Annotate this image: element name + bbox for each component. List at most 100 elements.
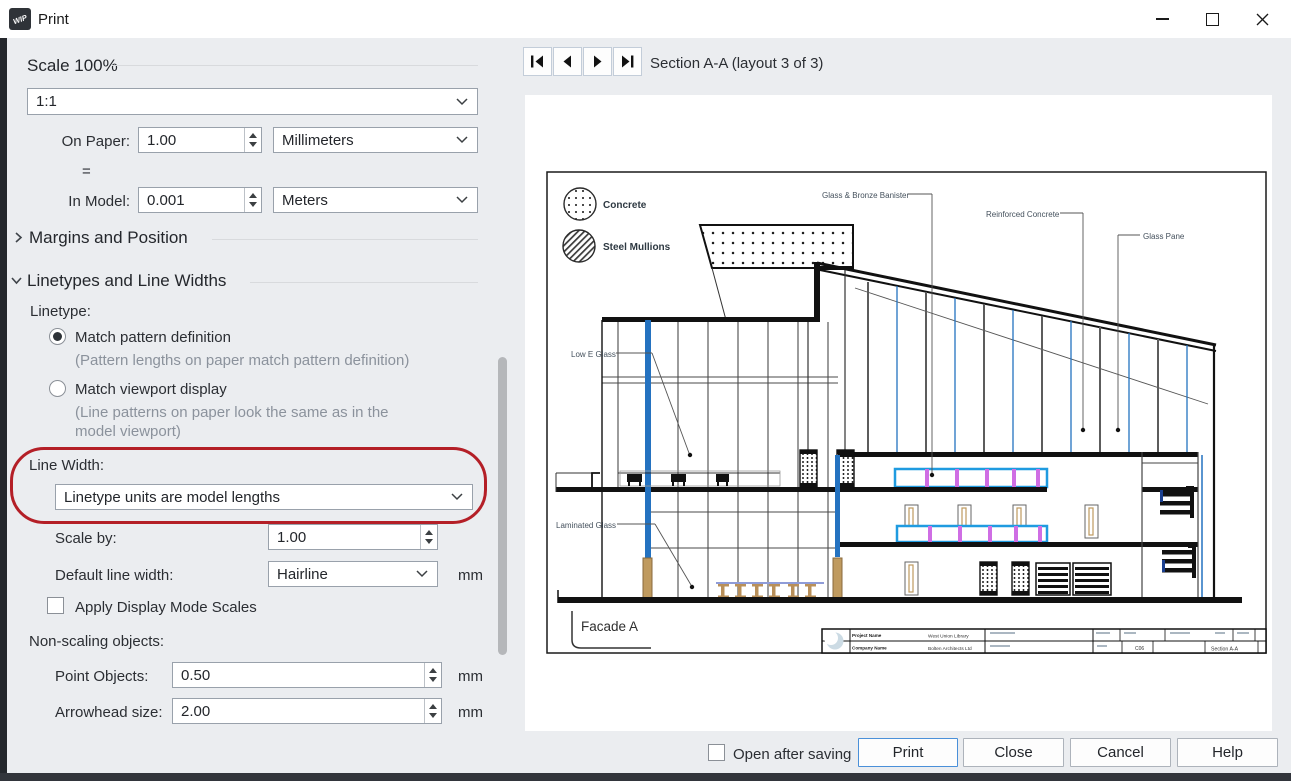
open-after-saving-checkbox[interactable] bbox=[708, 744, 725, 761]
tb-sheet-code: C06 bbox=[1135, 646, 1144, 652]
cancel-button[interactable]: Cancel bbox=[1070, 738, 1171, 767]
leader-dot bbox=[1081, 428, 1085, 432]
line-width-value: Linetype units are model lengths bbox=[56, 489, 280, 506]
leader-dot bbox=[690, 585, 694, 589]
scale-by-value: 1.00 bbox=[269, 529, 306, 546]
spinner-up-icon[interactable] bbox=[429, 704, 437, 709]
previous-page-button[interactable] bbox=[553, 47, 582, 76]
on-paper-label: On Paper: bbox=[27, 133, 130, 150]
apply-display-mode-label[interactable]: Apply Display Mode Scales bbox=[75, 599, 257, 616]
scale-by-input[interactable]: 1.00 bbox=[268, 524, 438, 550]
first-page-button[interactable] bbox=[523, 47, 552, 76]
on-paper-unit-value: Millimeters bbox=[274, 132, 354, 149]
close-icon bbox=[1256, 13, 1269, 26]
minimize-button[interactable] bbox=[1137, 0, 1187, 38]
point-objects-spinner[interactable] bbox=[424, 663, 441, 687]
match-pattern-label[interactable]: Match pattern definition bbox=[75, 329, 231, 346]
equals-sign: = bbox=[82, 163, 91, 180]
rhino-wip-logo-icon: WIP bbox=[9, 8, 31, 30]
scale-by-label: Scale by: bbox=[55, 530, 117, 547]
scale-by-spinner[interactable] bbox=[420, 525, 437, 549]
annotation-reinforced-concrete: Reinforced Concrete bbox=[986, 210, 1060, 219]
next-page-button[interactable] bbox=[583, 47, 612, 76]
on-paper-input[interactable]: 1.00 bbox=[138, 127, 262, 153]
default-line-width-dropdown[interactable]: Hairline bbox=[268, 561, 438, 587]
arrowhead-size-spinner[interactable] bbox=[424, 699, 441, 723]
print-preview-drawing: Concrete Steel Mullions bbox=[525, 95, 1272, 731]
spinner-up-icon[interactable] bbox=[429, 668, 437, 673]
spinner-up-icon[interactable] bbox=[249, 193, 257, 198]
help-button[interactable]: Help bbox=[1177, 738, 1278, 767]
spinner-down-icon[interactable] bbox=[429, 677, 437, 682]
scale-section-header: Scale 100% bbox=[27, 56, 118, 76]
annotation-glass-pane: Glass Pane bbox=[1143, 232, 1185, 241]
linetype-label: Linetype: bbox=[30, 303, 91, 320]
margins-section-rule bbox=[212, 239, 478, 240]
spinner-down-icon[interactable] bbox=[249, 142, 257, 147]
next-page-icon bbox=[590, 55, 605, 68]
tb-sheet-title: Section A-A bbox=[1211, 647, 1239, 653]
leader-dot bbox=[1116, 428, 1120, 432]
point-objects-label: Point Objects: bbox=[55, 668, 148, 685]
in-model-unit-dropdown[interactable]: Meters bbox=[273, 187, 478, 213]
in-model-input[interactable]: 0.001 bbox=[138, 187, 262, 213]
spinner-down-icon[interactable] bbox=[249, 202, 257, 207]
default-line-width-value: Hairline bbox=[269, 566, 328, 583]
margins-section-header[interactable]: Margins and Position bbox=[29, 228, 188, 248]
app-background-left bbox=[0, 38, 7, 781]
scale-section-rule bbox=[112, 65, 478, 66]
in-model-spinner[interactable] bbox=[244, 188, 261, 212]
leader-dot bbox=[930, 473, 934, 477]
tb-company-value: Bolten Architects Ltd bbox=[928, 646, 972, 652]
window-controls bbox=[1137, 0, 1287, 38]
chevron-down-icon bbox=[456, 98, 468, 106]
window-title: Print bbox=[38, 11, 69, 28]
leader-dot bbox=[688, 453, 692, 457]
spinner-up-icon[interactable] bbox=[425, 530, 433, 535]
chevron-down-icon bbox=[456, 196, 468, 204]
panel-scrollbar[interactable] bbox=[498, 357, 507, 655]
match-viewport-radio[interactable] bbox=[49, 380, 66, 397]
arrowhead-size-input[interactable]: 2.00 bbox=[172, 698, 442, 724]
facade-label: Facade A bbox=[581, 619, 638, 634]
spinner-down-icon[interactable] bbox=[425, 539, 433, 544]
match-pattern-hint: (Pattern lengths on paper match pattern … bbox=[75, 352, 409, 369]
minimize-icon bbox=[1156, 18, 1169, 20]
apply-display-mode-checkbox[interactable] bbox=[47, 597, 64, 614]
match-pattern-radio[interactable] bbox=[49, 328, 66, 345]
open-after-saving-label[interactable]: Open after saving bbox=[733, 746, 851, 763]
arrowhead-size-unit: mm bbox=[458, 704, 483, 721]
logo-text: WIP bbox=[12, 12, 28, 25]
line-width-dropdown[interactable]: Linetype units are model lengths bbox=[55, 484, 473, 510]
chevron-down-icon bbox=[451, 493, 463, 501]
print-button[interactable]: Print bbox=[858, 738, 958, 767]
chevron-right-icon[interactable] bbox=[12, 231, 25, 244]
spinner-up-icon[interactable] bbox=[249, 133, 257, 138]
legend-concrete-label: Concrete bbox=[603, 200, 647, 211]
last-page-button[interactable] bbox=[613, 47, 642, 76]
match-viewport-label[interactable]: Match viewport display bbox=[75, 381, 227, 398]
in-model-label: In Model: bbox=[27, 193, 130, 210]
close-dialog-button[interactable]: Close bbox=[963, 738, 1064, 767]
default-line-width-unit: mm bbox=[458, 567, 483, 584]
in-model-value: 0.001 bbox=[139, 192, 185, 209]
linetypes-section-rule bbox=[250, 282, 478, 283]
maximize-icon bbox=[1206, 13, 1219, 26]
annotation-banister: Glass & Bronze Banister bbox=[822, 191, 909, 200]
title-block: Project Name West Union Library Company … bbox=[822, 629, 1266, 653]
close-button[interactable] bbox=[1237, 0, 1287, 38]
previous-page-icon bbox=[560, 55, 575, 68]
chevron-down-icon[interactable] bbox=[10, 274, 23, 287]
on-paper-spinner[interactable] bbox=[244, 128, 261, 152]
tb-company-label: Company Name bbox=[852, 646, 887, 651]
spinner-down-icon[interactable] bbox=[429, 713, 437, 718]
tb-project-label: Project Name bbox=[852, 633, 882, 638]
chevron-down-icon bbox=[416, 570, 428, 578]
point-objects-input[interactable]: 0.50 bbox=[172, 662, 442, 688]
scale-ratio-dropdown[interactable]: 1:1 bbox=[27, 88, 478, 115]
titlebar: WIP Print bbox=[0, 0, 1291, 38]
maximize-button[interactable] bbox=[1187, 0, 1237, 38]
last-page-icon bbox=[620, 55, 635, 68]
linetypes-section-header[interactable]: Linetypes and Line Widths bbox=[27, 271, 226, 291]
on-paper-unit-dropdown[interactable]: Millimeters bbox=[273, 127, 478, 153]
